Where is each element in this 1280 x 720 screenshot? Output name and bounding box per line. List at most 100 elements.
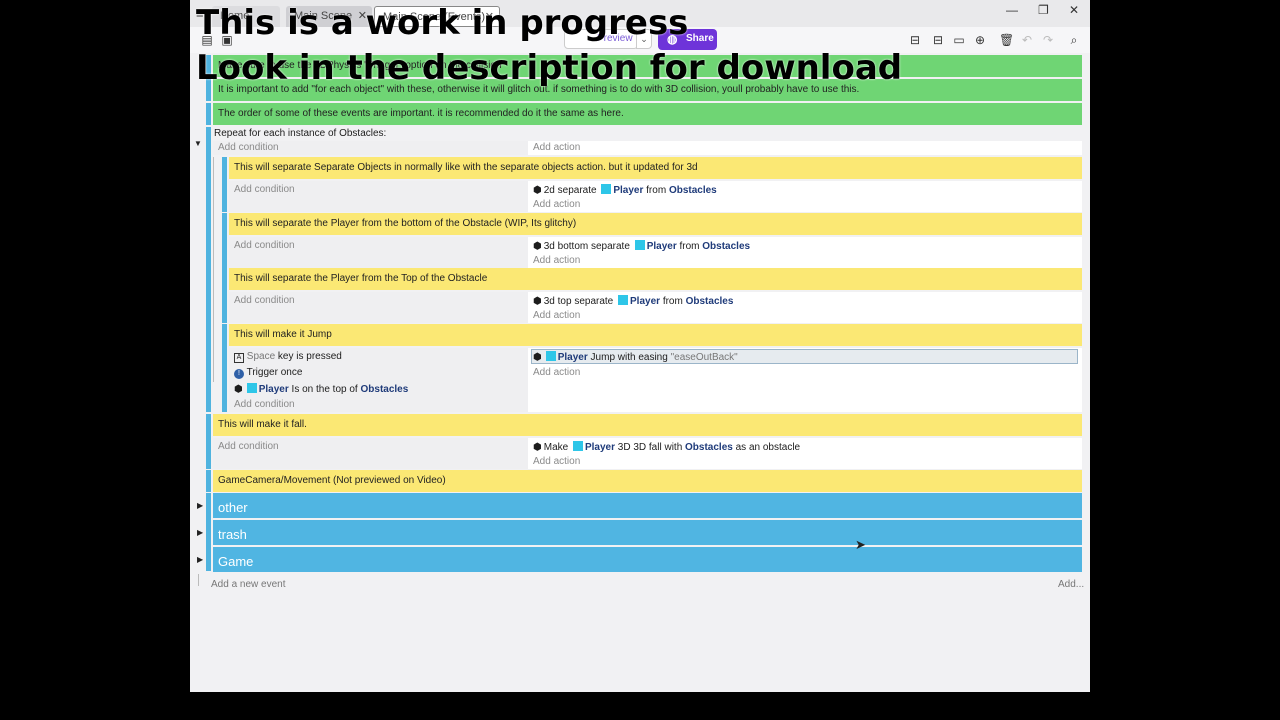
object-player: Player — [258, 384, 289, 395]
add-more-link[interactable]: Add... — [1058, 579, 1084, 590]
conditions-area[interactable]: Add condition — [229, 181, 528, 212]
action-text: as an obstacle — [735, 442, 801, 453]
close-window-icon[interactable]: ✕ — [1069, 3, 1079, 17]
add-action-link[interactable]: Add action — [533, 199, 580, 210]
event-group[interactable]: Game — [213, 547, 1082, 572]
add-condition-link[interactable]: Add condition — [218, 142, 279, 153]
delete-icon[interactable]: 🗑 — [999, 33, 1014, 47]
actions-area[interactable]: ⬢ Player Jump with easing "easeOutBack" A… — [528, 348, 1082, 412]
player-sprite-icon — [618, 295, 629, 305]
minimize-icon[interactable]: — — [1006, 3, 1018, 17]
expand-arrow-icon[interactable]: ▶ — [197, 501, 203, 510]
object-obstacles: Obstacles — [702, 241, 751, 252]
redo-icon[interactable]: ↷ — [1041, 33, 1055, 47]
add-action-link[interactable]: Add action — [533, 142, 580, 153]
add-new-event-link[interactable]: Add a new event — [211, 579, 286, 590]
expand-arrow-icon[interactable]: ▶ — [197, 555, 203, 564]
tree-line — [213, 157, 214, 382]
mouse-cursor-icon: ➤ — [855, 537, 866, 552]
object-player: Player — [646, 241, 677, 252]
object-obstacles: Obstacles — [685, 442, 733, 453]
add-condition-link[interactable]: Add condition — [234, 240, 295, 251]
repeat-header[interactable]: Repeat for each instance of Obstacles: — [214, 128, 386, 139]
comment-event[interactable]: The order of some of these events are im… — [213, 103, 1082, 125]
tree-line — [198, 574, 199, 586]
action-text: from — [662, 296, 683, 307]
add-condition-link[interactable]: Add condition — [218, 441, 279, 452]
add-action-link[interactable]: Add action — [533, 456, 580, 467]
conditions-area[interactable]: Add condition — [213, 438, 528, 469]
conditions-area[interactable]: Add condition — [229, 237, 528, 268]
condition-key-pressed[interactable]: A Space key is pressed — [234, 351, 342, 363]
condition-text: key is pressed — [277, 351, 342, 362]
search-icon[interactable]: ⌕ — [1067, 33, 1081, 47]
event-drag-handle[interactable] — [206, 470, 211, 492]
event-drag-handle[interactable] — [222, 268, 227, 323]
comment-event[interactable]: GameCamera/Movement (Not previewed on Vi… — [213, 470, 1082, 492]
events-sheet: Make sure to use the 3DPhysics "Trigger"… — [190, 53, 1090, 692]
object-obstacles: Obstacles — [685, 296, 734, 307]
condition-text: Is on the top of — [291, 384, 358, 395]
event-group[interactable]: trash — [213, 520, 1082, 545]
add-condition-link[interactable]: Add condition — [234, 295, 295, 306]
player-sprite-icon — [601, 184, 612, 194]
object-player: Player — [630, 296, 661, 307]
action-text: 3d top separate — [543, 296, 614, 307]
action-text: from — [646, 185, 667, 196]
event-drag-handle[interactable] — [206, 127, 211, 412]
collapse-arrow-icon[interactable]: ▼ — [194, 139, 202, 148]
event-drag-handle[interactable] — [222, 157, 227, 212]
comment-event[interactable]: This will make it fall. — [213, 414, 1082, 436]
comment-event[interactable]: This will separate the Player from the b… — [229, 213, 1082, 235]
comment-event[interactable]: This will separate the Player from the T… — [229, 268, 1082, 290]
restore-icon[interactable]: ❐ — [1038, 3, 1049, 17]
easing-value: "easeOutBack" — [670, 352, 738, 363]
condition-on-top[interactable]: ⬢ Player Is on the top of Obstacles — [234, 383, 408, 395]
actions-area[interactable]: ⬢ 2d separate Player from Obstacles Add a… — [528, 181, 1082, 212]
player-sprite-icon — [545, 351, 556, 361]
action-text: from — [679, 241, 700, 252]
add-subevent-icon[interactable]: ⊟ — [931, 33, 945, 47]
action-3d-top-separate[interactable]: ⬢ 3d top separate Player from Obstacles — [533, 295, 733, 307]
cube-icon: ⬢ — [533, 185, 542, 196]
event-group[interactable]: other — [213, 493, 1082, 518]
comment-text: GameCamera/Movement (Not previewed on Vi… — [218, 475, 446, 486]
player-sprite-icon — [634, 240, 645, 250]
add-icon[interactable]: ⊕ — [973, 33, 987, 47]
action-3d-fall[interactable]: ⬢ Make Player 3D 3D fall with Obstacles a… — [533, 441, 800, 453]
actions-area[interactable]: ⬢ 3d bottom separate Player from Obstacle… — [528, 237, 1082, 268]
cube-icon: ⬢ — [234, 384, 243, 395]
add-condition-link[interactable]: Add condition — [234, 184, 295, 195]
actions-area[interactable]: Add action — [528, 141, 1082, 155]
event-drag-handle[interactable] — [206, 414, 211, 469]
conditions-area[interactable]: Add condition — [213, 141, 528, 155]
event-drag-handle[interactable] — [222, 324, 227, 412]
action-3d-bottom-separate[interactable]: ⬢ 3d bottom separate Player from Obstacle… — [533, 240, 750, 252]
action-2d-separate[interactable]: ⬢ 2d separate Player from Obstacles — [533, 184, 717, 196]
add-action-link[interactable]: Add action — [533, 367, 580, 378]
add-action-link[interactable]: Add action — [533, 255, 580, 266]
add-action-link[interactable]: Add action — [533, 310, 580, 321]
conditions-area[interactable]: A Space key is pressed ! Trigger once ⬢ P… — [229, 348, 528, 412]
comment-text: This will separate the Player from the T… — [234, 273, 488, 284]
actions-area[interactable]: ⬢ Make Player 3D 3D fall with Obstacles a… — [528, 438, 1082, 469]
add-comment-icon[interactable]: ▭ — [952, 33, 966, 47]
comment-event[interactable]: This will separate Separate Objects in n… — [229, 157, 1082, 179]
group-drag-handle[interactable] — [206, 493, 211, 571]
event-drag-handle[interactable] — [222, 213, 227, 268]
condition-trigger-once[interactable]: ! Trigger once — [234, 367, 302, 379]
action-jump-easing[interactable]: ⬢ Player Jump with easing "easeOutBack" — [533, 351, 738, 363]
actions-area[interactable]: ⬢ 3d top separate Player from Obstacles A… — [528, 292, 1082, 323]
conditions-area[interactable]: Add condition — [229, 292, 528, 323]
expand-arrow-icon[interactable]: ▶ — [197, 528, 203, 537]
object-player: Player — [584, 442, 615, 453]
event-editor-window: ≡ Home Main Scene ✕ Main Scene (Events) … — [190, 0, 1090, 692]
repeat-label: Repeat for each instance of Obstacles: — [214, 128, 387, 139]
comment-text: This will make it fall. — [218, 419, 307, 430]
comment-event[interactable]: This will make it Jump — [229, 324, 1082, 346]
add-condition-link[interactable]: Add condition — [234, 399, 295, 410]
add-event-icon[interactable]: ⊟ — [908, 33, 922, 47]
object-player: Player — [557, 352, 588, 363]
undo-icon[interactable]: ↶ — [1020, 33, 1034, 47]
event-drag-handle[interactable] — [206, 103, 211, 125]
